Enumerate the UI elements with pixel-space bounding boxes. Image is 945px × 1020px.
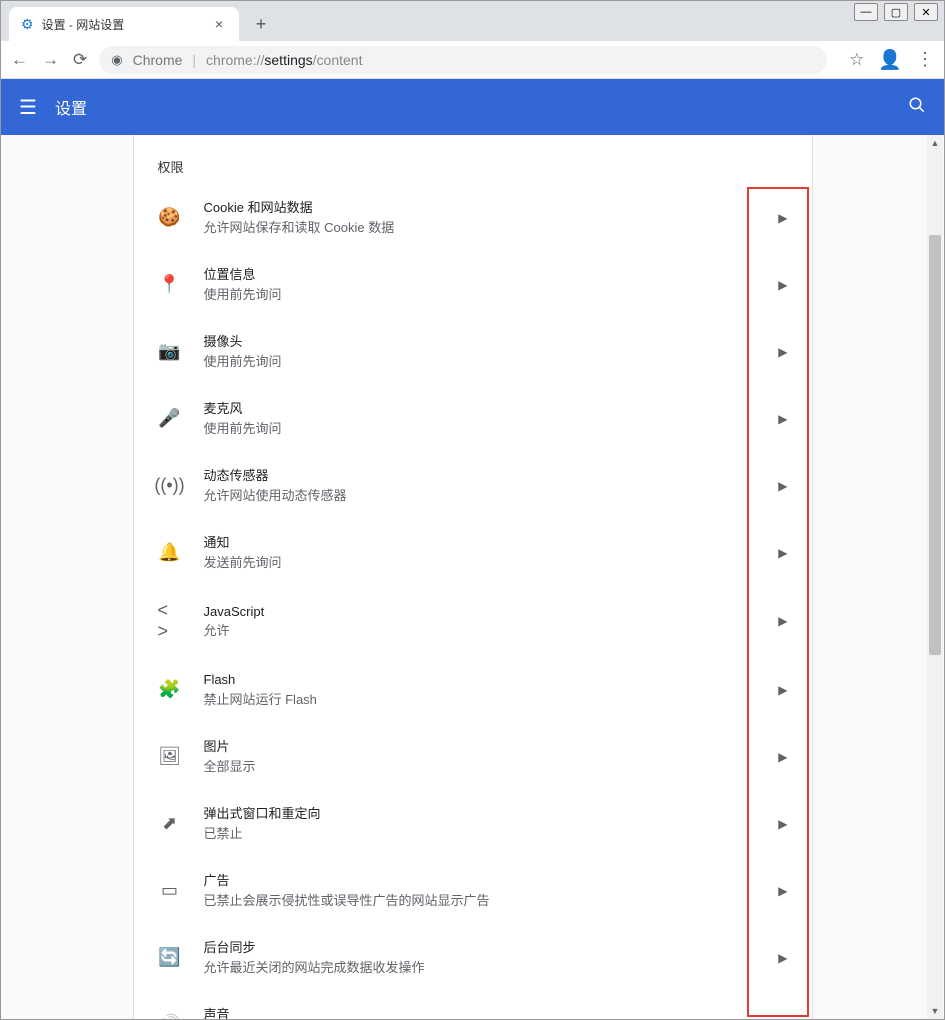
- profile-icon[interactable]: 👤: [878, 48, 902, 72]
- row-subtitle: 全部显示: [204, 757, 757, 777]
- row-ads-icon: ▭: [158, 880, 182, 901]
- omnibox[interactable]: ◉ Chrome | chrome://settings/content: [99, 46, 827, 74]
- row-flash-icon: 🧩: [158, 679, 182, 700]
- row-camera-icon: 📷: [158, 341, 182, 362]
- row-sensors-icon: ((•)): [158, 475, 182, 496]
- row-microphone-icon: 🎤: [158, 408, 182, 429]
- row-subtitle: 允许网站使用动态传感器: [204, 486, 757, 506]
- row-title: 位置信息: [204, 265, 757, 285]
- tab-strip: ⚙ 设置 - 网站设置 × +: [1, 1, 944, 41]
- chevron-right-icon: ▶: [778, 546, 787, 560]
- chevron-right-icon: ▶: [778, 1018, 787, 1020]
- scroll-thumb[interactable]: [929, 235, 941, 655]
- row-subtitle: 允许最近关闭的网站完成数据收发操作: [204, 958, 757, 978]
- row-title: Flash: [204, 670, 757, 690]
- window-close[interactable]: ✕: [914, 3, 938, 21]
- chevron-right-icon: ▶: [778, 345, 787, 359]
- scroll-up-icon[interactable]: ▲: [927, 135, 943, 151]
- row-title: 通知: [204, 533, 757, 553]
- row-subtitle: 发送前先询问: [204, 553, 757, 573]
- row-notifications[interactable]: 🔔 通知发送前先询问 ▶: [134, 519, 812, 586]
- row-images[interactable]: 🖼 图片全部显示 ▶: [134, 723, 812, 790]
- row-ads[interactable]: ▭ 广告已禁止会展示侵扰性或误导性广告的网站显示广告 ▶: [134, 857, 812, 924]
- chevron-right-icon: ▶: [778, 412, 787, 426]
- chevron-right-icon: ▶: [778, 479, 787, 493]
- row-microphone[interactable]: 🎤 麦克风使用前先询问 ▶: [134, 385, 812, 452]
- row-subtitle: 已禁止: [204, 824, 757, 844]
- row-title: 声音: [204, 1005, 757, 1019]
- row-images-icon: 🖼: [158, 746, 182, 767]
- row-sound[interactable]: 🔊声音允许网站播放声音▶: [134, 991, 812, 1019]
- new-tab-button[interactable]: +: [247, 10, 275, 38]
- gear-icon: ⚙: [21, 16, 34, 33]
- row-title: JavaScript: [204, 602, 757, 622]
- browser-toolbar: ← → ⟳ ◉ Chrome | chrome://settings/conte…: [1, 41, 944, 79]
- row-subtitle: 使用前先询问: [204, 285, 757, 305]
- row-notifications-icon: 🔔: [158, 542, 182, 563]
- row-subtitle: 禁止网站运行 Flash: [204, 690, 757, 710]
- close-icon[interactable]: ×: [211, 16, 227, 32]
- settings-panel: 权限 🍪 Cookie 和网站数据允许网站保存和读取 Cookie 数据 ▶ 📍 位置信…: [133, 135, 813, 1019]
- chevron-right-icon: ▶: [778, 211, 787, 225]
- row-subtitle: 已禁止会展示侵扰性或误导性广告的网站显示广告: [204, 891, 757, 911]
- scroll-down-icon[interactable]: ▼: [927, 1003, 943, 1019]
- tab-settings[interactable]: ⚙ 设置 - 网站设置 ×: [9, 7, 239, 41]
- row-flash[interactable]: 🧩 Flash禁止网站运行 Flash ▶: [134, 656, 812, 723]
- search-icon[interactable]: [908, 96, 926, 119]
- row-javascript[interactable]: < > JavaScript允许 ▶: [134, 586, 812, 656]
- row-title: 图片: [204, 737, 757, 757]
- row-popups[interactable]: ⬈ 弹出式窗口和重定向已禁止 ▶: [134, 790, 812, 857]
- row-sensors[interactable]: ((•)) 动态传感器允许网站使用动态传感器 ▶: [134, 452, 812, 519]
- row-location[interactable]: 📍 位置信息使用前先询问 ▶: [134, 251, 812, 318]
- row-subtitle: 使用前先询问: [204, 352, 757, 372]
- row-subtitle: 允许网站保存和读取 Cookie 数据: [204, 218, 757, 238]
- row-javascript-icon: < >: [158, 600, 182, 642]
- row-subtitle: 使用前先询问: [204, 419, 757, 439]
- row-cookies-icon: 🍪: [158, 207, 182, 228]
- row-title: 后台同步: [204, 938, 757, 958]
- settings-header: ☰ 设置: [1, 79, 944, 135]
- row-title: 摄像头: [204, 332, 757, 352]
- chevron-right-icon: ▶: [778, 951, 787, 965]
- tab-title: 设置 - 网站设置: [42, 16, 203, 33]
- row-subtitle: 允许: [204, 621, 757, 641]
- scrollbar[interactable]: ▲ ▼: [927, 135, 943, 1019]
- row-title: 动态传感器: [204, 466, 757, 486]
- chrome-icon: ◉: [111, 52, 122, 68]
- chevron-right-icon: ▶: [778, 614, 787, 628]
- chevron-right-icon: ▶: [778, 683, 787, 697]
- window-maximize[interactable]: ▢: [884, 3, 908, 21]
- row-title: Cookie 和网站数据: [204, 198, 757, 218]
- row-title: 弹出式窗口和重定向: [204, 804, 757, 824]
- chevron-right-icon: ▶: [778, 278, 787, 292]
- row-background-sync-icon: 🔄: [158, 947, 182, 968]
- kebab-menu-icon[interactable]: ⋮: [916, 49, 934, 70]
- bookmark-star-icon[interactable]: ☆: [849, 50, 864, 70]
- row-popups-icon: ⬈: [158, 813, 182, 834]
- chevron-right-icon: ▶: [778, 750, 787, 764]
- page-title: 设置: [55, 95, 890, 119]
- reload-button[interactable]: ⟳: [73, 50, 87, 70]
- row-title: 广告: [204, 871, 757, 891]
- chevron-right-icon: ▶: [778, 817, 787, 831]
- window-minimize[interactable]: —: [854, 3, 878, 21]
- section-permissions-label: 权限: [134, 135, 812, 184]
- forward-button[interactable]: →: [42, 50, 59, 70]
- back-button[interactable]: ←: [11, 50, 28, 70]
- hamburger-icon[interactable]: ☰: [19, 95, 37, 120]
- chevron-right-icon: ▶: [778, 884, 787, 898]
- row-cookies[interactable]: 🍪 Cookie 和网站数据允许网站保存和读取 Cookie 数据 ▶: [134, 184, 812, 251]
- row-sound-icon: 🔊: [158, 1014, 182, 1019]
- omnibox-scheme-label: Chrome: [133, 52, 183, 68]
- omnibox-url: chrome://settings/content: [206, 52, 362, 68]
- row-camera[interactable]: 📷 摄像头使用前先询问 ▶: [134, 318, 812, 385]
- row-background-sync[interactable]: 🔄 后台同步允许最近关闭的网站完成数据收发操作 ▶: [134, 924, 812, 991]
- row-title: 麦克风: [204, 399, 757, 419]
- row-location-icon: 📍: [158, 274, 182, 295]
